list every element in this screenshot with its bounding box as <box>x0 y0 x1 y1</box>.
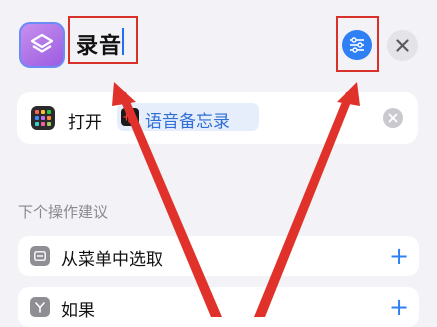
arrowhead-settings <box>337 82 360 106</box>
arrow-to-settings <box>254 92 355 317</box>
arrowhead-name <box>112 82 136 106</box>
arrow-to-name <box>117 92 222 317</box>
annotation-arrows <box>112 82 360 317</box>
